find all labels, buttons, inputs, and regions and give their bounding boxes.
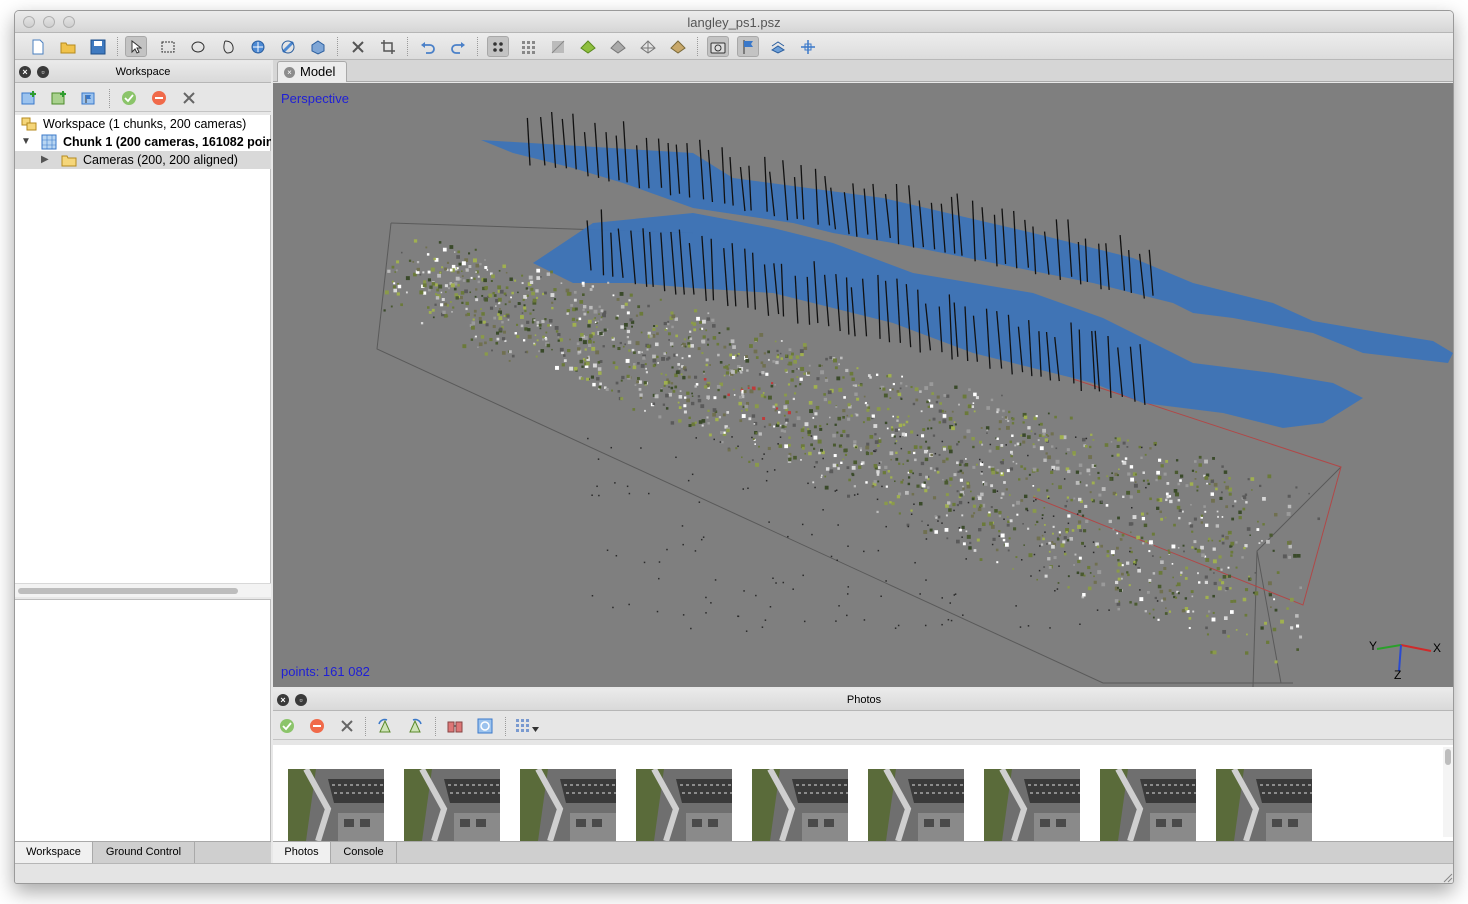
photos-toolbar — [273, 712, 1453, 740]
tree-item-workspace[interactable]: Workspace (1 chunks, 200 cameras) — [15, 115, 271, 133]
rotate-left-icon[interactable] — [377, 718, 393, 734]
undo-icon[interactable] — [417, 36, 439, 57]
remove-items-icon[interactable] — [181, 90, 197, 106]
enable-icon[interactable] — [121, 90, 137, 106]
disable-icon[interactable] — [151, 90, 167, 106]
tab-model-label: Model — [300, 64, 336, 79]
add-markers-icon[interactable] — [81, 90, 97, 106]
photos-dock-title: Photos — [846, 694, 882, 706]
workspace-dock-header: × ▫ Workspace — [15, 61, 271, 83]
dense-cloud-classes-icon[interactable] — [547, 36, 569, 57]
axis-gizmo: X Y Z — [1363, 623, 1443, 683]
ellipse-select-icon[interactable] — [187, 36, 209, 57]
remove-photo-icon[interactable] — [339, 718, 355, 734]
axis-x-label: X — [1433, 641, 1442, 655]
add-photos-icon[interactable] — [51, 90, 67, 106]
wireframe-model-icon[interactable] — [637, 36, 659, 57]
reset-view-icon[interactable] — [797, 36, 819, 57]
projection-label: Perspective — [281, 91, 349, 106]
workspace-icon — [21, 116, 37, 133]
tree-item-label: Chunk 1 (200 cameras, 161082 points) — [63, 135, 271, 149]
rotate-right-icon[interactable] — [407, 718, 423, 734]
workspace-tree: Workspace (1 chunks, 200 cameras) ▼ Chun… — [15, 115, 271, 585]
status-bar — [15, 863, 1453, 883]
point-cloud-scene[interactable] — [273, 83, 1454, 687]
expand-arrow-icon[interactable]: ▼ — [21, 133, 31, 151]
tab-console[interactable]: Console — [331, 842, 397, 863]
close-tab-icon[interactable]: × — [284, 67, 295, 78]
document-tabs: × Model — [273, 60, 1453, 82]
window-title: langley_ps1.psz — [687, 15, 781, 30]
textured-model-icon[interactable] — [667, 36, 689, 57]
tree-item-chunk[interactable]: ▼ Chunk 1 (200 cameras, 161082 points) — [15, 133, 271, 151]
photo-thumbnail[interactable] — [1216, 769, 1312, 841]
navigate-icon[interactable] — [247, 36, 269, 57]
tab-workspace[interactable]: Workspace — [15, 842, 93, 863]
tree-item-label: Workspace (1 chunks, 200 cameras) — [43, 117, 247, 131]
photo-thumbnail[interactable] — [288, 769, 384, 841]
photos-dock-header: × ▫ Photos — [273, 689, 1453, 711]
photo-thumbnail[interactable] — [868, 769, 964, 841]
disable-photo-icon[interactable] — [309, 718, 325, 734]
photos-dock: × ▫ Photos — [273, 689, 1453, 841]
chunk-icon — [41, 134, 57, 151]
photo-thumbnail[interactable] — [520, 769, 616, 841]
points-count-label: points: 161 082 — [281, 664, 370, 679]
move-object-icon[interactable] — [307, 36, 329, 57]
photos-vertical-scrollbar[interactable] — [1443, 747, 1453, 837]
new-icon[interactable] — [27, 36, 49, 57]
solid-model-icon[interactable] — [607, 36, 629, 57]
tab-model[interactable]: × Model — [277, 61, 347, 82]
rect-select-icon[interactable] — [157, 36, 179, 57]
tab-ground-control[interactable]: Ground Control — [93, 842, 195, 863]
tab-photos[interactable]: Photos — [273, 842, 331, 863]
delete-icon[interactable] — [347, 36, 369, 57]
crop-icon[interactable] — [377, 36, 399, 57]
points-icon[interactable] — [487, 36, 509, 57]
view-mode-dropdown-icon[interactable] — [515, 718, 541, 734]
tree-item-label: Cameras (200, 200 aligned) — [83, 153, 238, 167]
show-region-icon[interactable] — [767, 36, 789, 57]
workspace-horizontal-scrollbar[interactable] — [15, 583, 271, 597]
workspace-dock-title: Workspace — [115, 66, 171, 78]
workspace-toolbar — [15, 84, 271, 112]
free-select-icon[interactable] — [217, 36, 239, 57]
dense-cloud-icon[interactable] — [517, 36, 539, 57]
photo-thumbnail[interactable] — [984, 769, 1080, 841]
reset-filter-icon[interactable] — [477, 718, 493, 734]
workspace-tabs: Workspace Ground Control — [15, 841, 271, 863]
photos-thumbnails — [273, 745, 1453, 841]
tree-item-cameras[interactable]: ▶ Cameras (200, 200 aligned) — [15, 151, 271, 169]
axis-z-label: Z — [1394, 668, 1402, 682]
enable-photo-icon[interactable] — [279, 718, 295, 734]
select-icon[interactable] — [125, 36, 147, 57]
add-chunk-icon[interactable] — [21, 90, 37, 106]
folder-icon — [61, 152, 77, 169]
axis-y-label: Y — [1369, 639, 1378, 653]
photos-tabs: Photos Console — [273, 841, 1453, 863]
photo-thumbnail[interactable] — [752, 769, 848, 841]
collapse-arrow-icon[interactable]: ▶ — [41, 151, 49, 169]
properties-panel — [15, 599, 271, 841]
model-viewport[interactable]: Perspective points: 161 082 X Y Z — [273, 83, 1454, 687]
app-window: langley_ps1.psz × ▫ Workspace Workspace … — [14, 10, 1454, 884]
show-cameras-icon[interactable] — [707, 36, 729, 57]
filter-by-markers-icon[interactable] — [447, 718, 463, 734]
title-bar: langley_ps1.psz — [15, 11, 1453, 33]
open-icon[interactable] — [57, 36, 79, 57]
photo-thumbnail[interactable] — [1100, 769, 1196, 841]
redo-icon[interactable] — [447, 36, 469, 57]
main-toolbar — [15, 33, 1453, 60]
show-markers-icon[interactable] — [737, 36, 759, 57]
resize-grip-icon[interactable] — [1441, 871, 1453, 883]
save-icon[interactable] — [87, 36, 109, 57]
shaded-model-icon[interactable] — [577, 36, 599, 57]
photo-thumbnail[interactable] — [404, 769, 500, 841]
photo-thumbnail[interactable] — [636, 769, 732, 841]
rotate-object-icon[interactable] — [277, 36, 299, 57]
